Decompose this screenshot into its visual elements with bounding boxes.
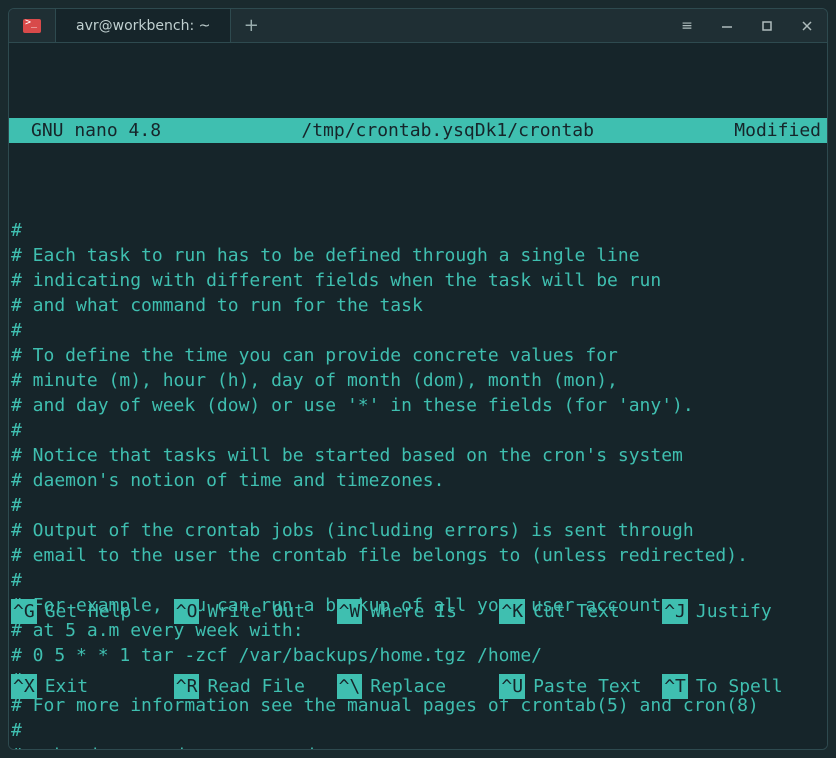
shortcut-key: ^W xyxy=(337,599,363,624)
app-icon-box xyxy=(9,9,55,42)
editor-line: # xyxy=(11,493,825,518)
shortcut-cell: ^R Read File xyxy=(174,674,337,699)
new-tab-button[interactable]: + xyxy=(231,9,271,42)
shortcut-desc: Replace xyxy=(370,674,446,699)
shortcut-desc: Where Is xyxy=(370,599,457,624)
close-icon xyxy=(800,19,814,33)
minimize-icon xyxy=(720,19,734,33)
shortcut-cell: ^U Paste Text xyxy=(499,674,662,699)
shortcut-key: ^\ xyxy=(337,674,363,699)
shortcut-row-1: ^G Get Help ^O Write Out ^W Where Is ^K Cut Tex… xyxy=(11,599,825,624)
terminal-window: avr@workbench: ~ + ≡ GNU nano 4.8 /tmp/c… xyxy=(8,8,828,750)
shortcut-cell: ^T To Spell xyxy=(662,674,825,699)
hamburger-menu-button[interactable]: ≡ xyxy=(667,9,707,42)
shortcut-key: ^X xyxy=(11,674,37,699)
shortcut-key: ^K xyxy=(499,599,525,624)
editor-line: # xyxy=(11,318,825,343)
shortcut-cell: ^X Exit xyxy=(11,674,174,699)
shortcut-key: ^O xyxy=(174,599,200,624)
plus-icon: + xyxy=(244,15,259,36)
shortcut-key: ^T xyxy=(662,674,688,699)
shortcut-desc: Write Out xyxy=(207,599,305,624)
nano-status: Modified xyxy=(734,118,821,143)
shortcut-desc: Read File xyxy=(207,674,305,699)
editor-line: # minute (m), hour (h), day of month (do… xyxy=(11,368,825,393)
editor-line: # daemon's notion of time and timezones. xyxy=(11,468,825,493)
shortcut-desc: To Spell xyxy=(696,674,783,699)
tab-title: avr@workbench: ~ xyxy=(76,18,210,34)
terminal-viewport[interactable]: GNU nano 4.8 /tmp/crontab.ysqDk1/crontab… xyxy=(9,43,827,749)
shortcut-cell: ^W Where Is xyxy=(337,599,500,624)
minimize-button[interactable] xyxy=(707,9,747,42)
shortcut-desc: Paste Text xyxy=(533,674,641,699)
editor-line: # Output of the crontab jobs (including … xyxy=(11,518,825,543)
editor-line: # xyxy=(11,218,825,243)
titlebar-spacer xyxy=(271,9,667,42)
shortcut-desc: Exit xyxy=(45,674,88,699)
editor-line: # To define the time you can provide con… xyxy=(11,343,825,368)
editor-line: # indicating with different fields when … xyxy=(11,268,825,293)
nano-header-bar: GNU nano 4.8 /tmp/crontab.ysqDk1/crontab… xyxy=(9,118,827,143)
window-titlebar: avr@workbench: ~ + ≡ xyxy=(9,9,827,43)
editor-line: # xyxy=(11,418,825,443)
shortcut-key: ^G xyxy=(11,599,37,624)
nano-shortcut-bar: ^G Get Help ^O Write Out ^W Where Is ^K Cut Tex… xyxy=(9,549,827,749)
shortcut-cell: ^G Get Help xyxy=(11,599,174,624)
shortcut-cell: ^O Write Out xyxy=(174,599,337,624)
shortcut-desc: Get Help xyxy=(45,599,132,624)
shortcut-desc: Justify xyxy=(696,599,772,624)
shortcut-key: ^U xyxy=(499,674,525,699)
shortcut-key: ^J xyxy=(662,599,688,624)
nano-app-name: GNU nano 4.8 xyxy=(31,118,161,143)
shortcut-cell: ^J Justify xyxy=(662,599,825,624)
shortcut-key: ^R xyxy=(174,674,200,699)
nano-filename: /tmp/crontab.ysqDk1/crontab xyxy=(161,118,734,143)
editor-line: # Notice that tasks will be started base… xyxy=(11,443,825,468)
editor-line: # and what command to run for the task xyxy=(11,293,825,318)
editor-line: # and day of week (dow) or use '*' in th… xyxy=(11,393,825,418)
maximize-icon xyxy=(760,19,774,33)
maximize-button[interactable] xyxy=(747,9,787,42)
shortcut-cell: ^\ Replace xyxy=(337,674,500,699)
hamburger-icon: ≡ xyxy=(681,18,693,34)
editor-line: # Each task to run has to be defined thr… xyxy=(11,243,825,268)
terminal-tab[interactable]: avr@workbench: ~ xyxy=(55,9,231,42)
close-button[interactable] xyxy=(787,9,827,42)
shortcut-row-2: ^X Exit ^R Read File ^\ Replace ^U Paste Text ^T… xyxy=(11,674,825,699)
terminal-icon xyxy=(23,19,41,33)
shortcut-desc: Cut Text xyxy=(533,599,620,624)
shortcut-cell: ^K Cut Text xyxy=(499,599,662,624)
